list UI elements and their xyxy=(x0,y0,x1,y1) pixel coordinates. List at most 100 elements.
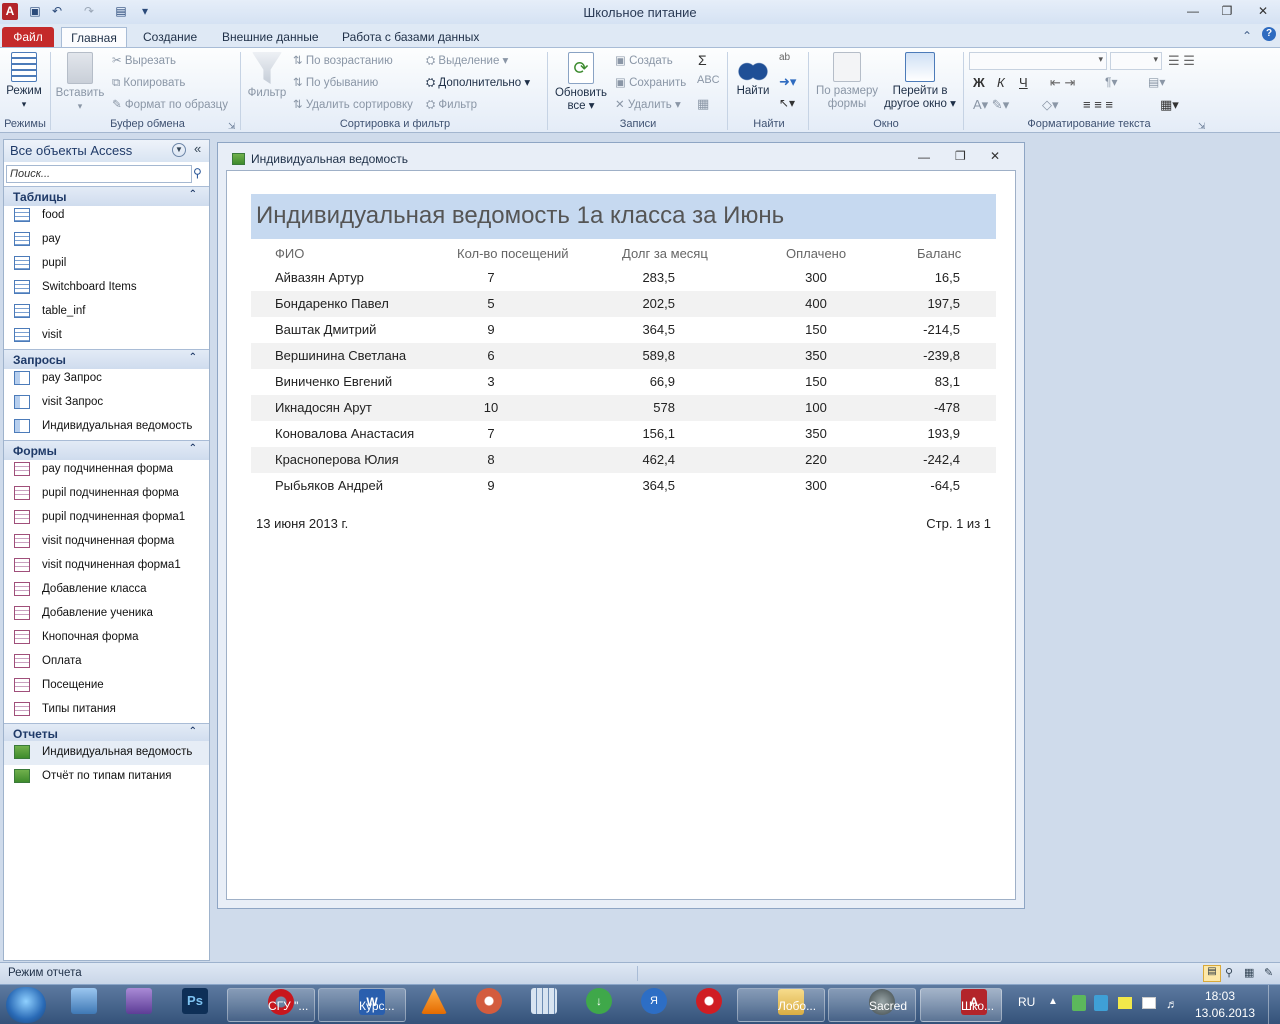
bullets-icon[interactable]: ☰ ☰ xyxy=(1168,53,1195,69)
paragraph-icon[interactable]: ¶▾ xyxy=(1105,75,1117,89)
bold-button[interactable]: Ж xyxy=(973,75,985,90)
select-icon[interactable]: ↖▾ xyxy=(779,96,795,110)
nav-item-form[interactable]: Оплата xyxy=(4,650,209,674)
spelling-icon[interactable]: ABC xyxy=(697,74,720,86)
replace-icon[interactable]: ab xyxy=(779,52,790,63)
tab-home[interactable]: Главная xyxy=(61,27,127,48)
delete-record-button[interactable]: ✕ Удалить ▾ xyxy=(615,96,681,114)
align-icons[interactable]: ≡ ≡ ≡ xyxy=(1083,97,1113,112)
remove-sort-button[interactable]: ⇅ Удалить сортировку xyxy=(293,96,413,114)
start-button[interactable] xyxy=(6,987,46,1023)
shutter-bar-icon[interactable]: « xyxy=(194,141,201,156)
nav-section-tables[interactable]: Таблицы ⌃ xyxy=(4,186,209,206)
font-size-select[interactable]: ▾ xyxy=(1110,52,1162,70)
report-view-icon[interactable]: ▤ xyxy=(1203,965,1221,982)
switch-windows-button[interactable]: Перейти в другое окно ▾ xyxy=(880,52,960,111)
clock-time[interactable]: 18:03 xyxy=(1190,989,1250,1003)
taskbar-pin[interactable] xyxy=(467,988,511,1022)
show-desktop-button[interactable] xyxy=(1268,985,1280,1024)
nav-search-input[interactable]: Поиск... xyxy=(6,165,192,183)
italic-button[interactable]: К xyxy=(997,75,1005,90)
find-button[interactable]: Найти xyxy=(732,52,774,98)
font-name-select[interactable]: ▾ xyxy=(969,52,1107,70)
window-restore-button[interactable]: ❐ xyxy=(955,149,966,163)
filter-button[interactable]: Фильтр xyxy=(245,52,289,100)
nav-item-form[interactable]: pay подчиненная форма xyxy=(4,458,209,482)
nav-item-table[interactable]: pupil xyxy=(4,252,209,276)
search-icon[interactable]: ⚲ xyxy=(193,166,202,180)
tray-app-icon[interactable] xyxy=(1118,997,1132,1009)
tray-app-icon[interactable] xyxy=(1094,995,1108,1011)
nav-item-table[interactable]: table_inf xyxy=(4,300,209,324)
nav-item-table[interactable]: food xyxy=(4,204,209,228)
nav-section-forms[interactable]: Формы ⌃ xyxy=(4,440,209,460)
taskbar-pin[interactable] xyxy=(412,988,456,1022)
refresh-all-button[interactable]: ⟳ Обновить все ▾ xyxy=(552,52,610,113)
help-icon[interactable]: ? xyxy=(1262,27,1276,41)
nav-item-form[interactable]: pupil подчиненная форма1 xyxy=(4,506,209,530)
layout-view-icon[interactable]: ▦ xyxy=(1244,966,1254,979)
nav-section-reports[interactable]: Отчеты ⌃ xyxy=(4,723,209,743)
dialog-launcher-icon[interactable]: ⇲ xyxy=(1198,121,1206,132)
nav-section-queries[interactable]: Запросы ⌃ xyxy=(4,349,209,369)
nav-item-table[interactable]: visit xyxy=(4,324,209,348)
fit-to-form-button[interactable]: По размеру формы xyxy=(812,52,882,111)
selection-button[interactable]: ⛭ Выделение ▾ xyxy=(426,52,508,70)
ribbon-minimize-icon[interactable]: ⌃ xyxy=(1242,29,1252,43)
nav-item-report[interactable]: Индивидуальная ведомость xyxy=(4,741,209,765)
sort-descending-button[interactable]: ⇅ По убыванию xyxy=(293,74,378,92)
nav-item-report[interactable]: Отчёт по типам питания xyxy=(4,765,209,789)
nav-item-query[interactable]: visit Запрос xyxy=(4,391,209,415)
nav-item-table[interactable]: pay xyxy=(4,228,209,252)
report-window-titlebar[interactable]: Индивидуальная ведомость — ❐ ✕ xyxy=(218,143,1024,171)
nav-item-table[interactable]: Switchboard Items xyxy=(4,276,209,300)
window-close-button[interactable]: ✕ xyxy=(990,149,1000,163)
fill-color-icon[interactable]: ◇▾ xyxy=(1042,97,1059,113)
gridlines-icon[interactable]: ▤▾ xyxy=(1148,75,1165,89)
copy-button[interactable]: ⧉ Копировать xyxy=(112,74,185,92)
language-indicator[interactable]: RU xyxy=(1018,995,1035,1009)
taskbar-pin[interactable] xyxy=(687,988,731,1022)
nav-pane-header[interactable]: Все объекты Access ▼ « xyxy=(4,140,209,162)
format-painter-button[interactable]: ✎ Формат по образцу xyxy=(112,96,228,114)
dialog-launcher-icon[interactable]: ⇲ xyxy=(228,121,236,132)
nav-item-form[interactable]: Добавление класса xyxy=(4,578,209,602)
nav-item-form[interactable]: Типы питания xyxy=(4,698,209,722)
taskbar-pin[interactable]: Я xyxy=(632,988,676,1022)
taskbar-pin[interactable]: Ps xyxy=(173,988,217,1022)
nav-item-form[interactable]: Посещение xyxy=(4,674,209,698)
taskbar-pin[interactable]: ↓ xyxy=(577,988,621,1022)
window-minimize-button[interactable]: — xyxy=(918,150,930,164)
taskbar-pin[interactable] xyxy=(117,988,161,1022)
nav-item-form[interactable]: visit подчиненная форма xyxy=(4,530,209,554)
toggle-filter-button[interactable]: ⛭ Фильтр xyxy=(426,96,477,114)
minimize-button[interactable]: — xyxy=(1180,3,1206,20)
print-preview-icon[interactable]: ⚲ xyxy=(1225,966,1233,979)
nav-item-query[interactable]: pay Запрос xyxy=(4,367,209,391)
tab-database-tools[interactable]: Работа с базами данных xyxy=(331,27,490,48)
nav-item-form[interactable]: pupil подчиненная форма xyxy=(4,482,209,506)
volume-icon[interactable]: ♬ xyxy=(1166,997,1178,1011)
design-view-icon[interactable]: ✎ xyxy=(1264,966,1273,979)
totals-icon[interactable]: Σ xyxy=(698,52,707,68)
nav-item-form[interactable]: Добавление ученика xyxy=(4,602,209,626)
tab-external-data[interactable]: Внешние данные xyxy=(211,27,330,48)
indent-icon[interactable]: ⇤ ⇥ xyxy=(1050,75,1075,91)
nav-item-form[interactable]: Кнопочная форма xyxy=(4,626,209,650)
network-icon[interactable] xyxy=(1142,997,1156,1009)
goto-icon[interactable]: ➜▾ xyxy=(779,74,796,90)
paste-button[interactable]: Вставить ▾ xyxy=(55,52,105,113)
alt-row-color-icon[interactable]: ▦▾ xyxy=(1160,97,1179,113)
taskbar-window-access[interactable]: A Шко... xyxy=(920,988,1002,1022)
taskbar-window-word[interactable]: W Курс... xyxy=(318,988,406,1022)
taskbar-pin[interactable] xyxy=(62,988,106,1022)
font-color-icon[interactable]: A▾ ✎▾ xyxy=(973,97,1009,113)
close-button[interactable]: ✕ xyxy=(1250,3,1276,20)
tray-app-icon[interactable] xyxy=(1072,995,1086,1011)
nav-menu-icon[interactable]: ▼ xyxy=(172,143,186,157)
nav-item-form[interactable]: visit подчиненная форма1 xyxy=(4,554,209,578)
new-record-button[interactable]: ▣ Создать xyxy=(615,52,673,70)
underline-button[interactable]: Ч xyxy=(1019,75,1028,90)
nav-item-query[interactable]: Индивидуальная ведомость xyxy=(4,415,209,439)
view-button[interactable]: Режим ▾ xyxy=(3,52,45,111)
